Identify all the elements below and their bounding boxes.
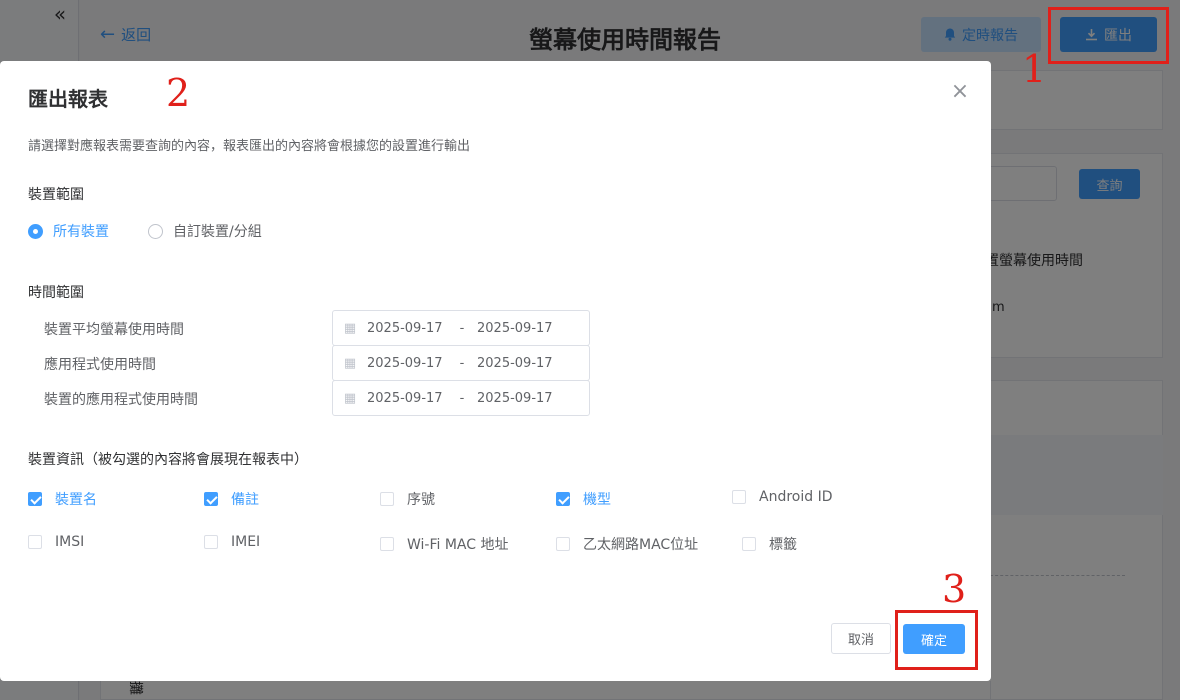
calendar-icon: ▦ [343, 320, 357, 336]
device-info-label: 裝置資訊（被勾選的內容將會展現在報表中） [28, 452, 308, 468]
export-report-dialog: 匯出報表 2 × 請選擇對應報表需要查詢的內容，報表匯出的內容將會根據您的設置進… [0, 61, 991, 681]
checkbox-unchecked-icon [742, 537, 756, 551]
step2-number: 2 [166, 71, 191, 115]
date-range-picker-app-usage[interactable]: ▦ 2025-09-17 - 2025-09-17 [332, 345, 590, 381]
date-end: 2025-09-17 [477, 355, 553, 371]
checkbox-unchecked-icon [380, 537, 394, 551]
checkbox-unchecked-icon [732, 490, 746, 504]
radio-unchecked-icon [148, 223, 163, 239]
time-row-label: 裝置平均螢幕使用時間 [44, 322, 184, 338]
checkbox-model[interactable]: 機型 [556, 489, 611, 509]
checkbox-checked-icon [28, 492, 42, 506]
checkbox-unchecked-icon [380, 492, 394, 506]
checkbox-android-id[interactable]: Android ID [732, 489, 833, 505]
calendar-icon: ▦ [343, 355, 357, 371]
checkbox-device-name[interactable]: 裝置名 [28, 489, 97, 509]
radio-all-devices[interactable]: 所有裝置 [28, 221, 109, 241]
time-row-label: 裝置的應用程式使用時間 [44, 392, 198, 408]
checkbox-unchecked-icon [204, 535, 218, 549]
checkbox-remark[interactable]: 備註 [204, 489, 259, 509]
date-start: 2025-09-17 [367, 390, 443, 406]
checkbox-ethernet-mac[interactable]: 乙太網路MAC位址 [556, 534, 698, 554]
checkbox-label: 裝置名 [55, 492, 97, 508]
time-scope-label: 時間範圍 [28, 285, 84, 301]
confirm-button[interactable]: 確定 [903, 624, 965, 654]
date-range-picker-device-app-usage[interactable]: ▦ 2025-09-17 - 2025-09-17 [332, 380, 590, 416]
date-end: 2025-09-17 [477, 390, 553, 406]
device-scope-label: 裝置範圍 [28, 187, 84, 203]
date-separator: - [459, 390, 465, 406]
checkbox-label: IMSI [55, 534, 85, 550]
date-range-picker-avg-screen-time[interactable]: ▦ 2025-09-17 - 2025-09-17 [332, 310, 590, 346]
checkbox-wifi-mac[interactable]: Wi-Fi MAC 地址 [380, 534, 509, 554]
calendar-icon: ▦ [343, 390, 357, 406]
date-separator: - [459, 320, 465, 336]
dialog-description: 請選擇對應報表需要查詢的內容，報表匯出的內容將會根據您的設置進行輸出 [28, 139, 471, 154]
checkbox-label: IMEI [231, 534, 261, 550]
checkbox-tags[interactable]: 標籤 [742, 534, 797, 554]
radio-checked-icon [28, 223, 43, 239]
checkbox-label: 乙太網路MAC位址 [583, 537, 699, 553]
step1-highlight [1048, 7, 1169, 64]
radio-label: 自訂裝置/分組 [173, 224, 262, 240]
time-row-label: 應用程式使用時間 [44, 357, 156, 373]
checkbox-label: 備註 [231, 492, 259, 508]
checkbox-label: 機型 [583, 492, 611, 508]
date-start: 2025-09-17 [367, 320, 443, 336]
cancel-button[interactable]: 取消 [831, 623, 891, 654]
checkbox-label: Wi-Fi MAC 地址 [407, 537, 509, 553]
checkbox-imsi[interactable]: IMSI [28, 534, 84, 550]
close-icon[interactable]: × [950, 79, 970, 104]
checkbox-unchecked-icon [28, 535, 42, 549]
step3-number: 3 [942, 567, 967, 611]
date-start: 2025-09-17 [367, 355, 443, 371]
checkbox-unchecked-icon [556, 537, 570, 551]
checkbox-imei[interactable]: IMEI [204, 534, 260, 550]
checkbox-serial-number[interactable]: 序號 [380, 489, 435, 509]
checkbox-checked-icon [556, 492, 570, 506]
radio-custom-devices[interactable]: 自訂裝置/分組 [148, 221, 262, 241]
checkbox-label: 序號 [407, 492, 435, 508]
checkbox-checked-icon [204, 492, 218, 506]
date-end: 2025-09-17 [477, 320, 553, 336]
radio-label: 所有裝置 [53, 224, 109, 240]
checkbox-label: Android ID [759, 489, 833, 505]
dialog-title: 匯出報表 [28, 87, 108, 111]
step1-number: 1 [1022, 47, 1047, 91]
checkbox-label: 標籤 [769, 537, 797, 553]
date-separator: - [459, 355, 465, 371]
